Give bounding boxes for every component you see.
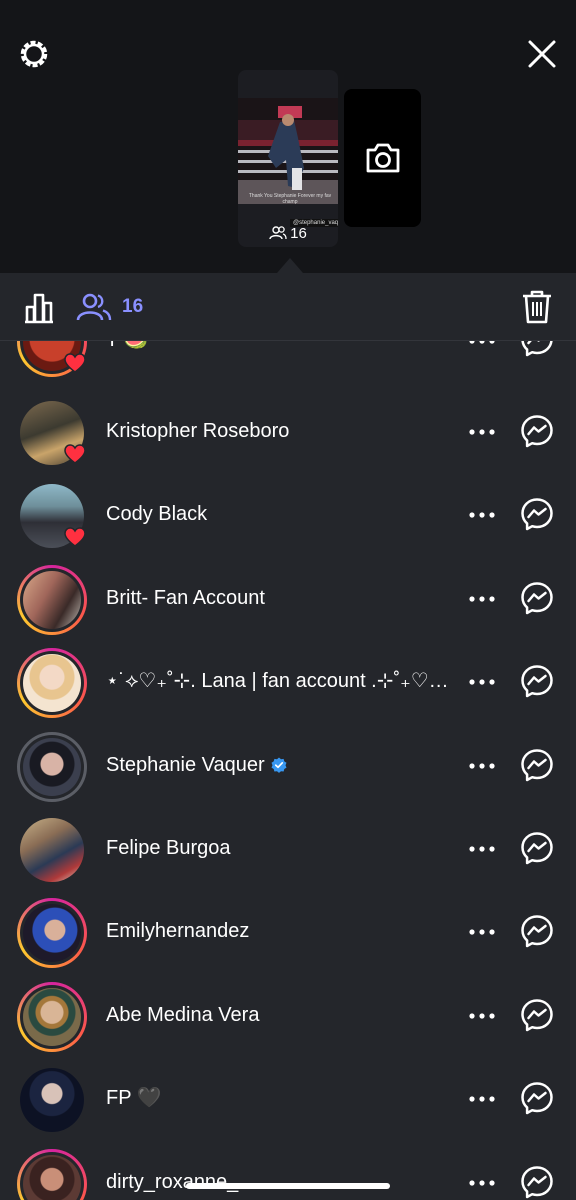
- viewer-name: Cody Black: [106, 503, 208, 525]
- messenger-icon[interactable]: [520, 414, 554, 448]
- home-indicator[interactable]: [186, 1183, 390, 1189]
- viewer-name: Felipe Burgoa: [106, 837, 231, 859]
- like-heart-icon: [64, 353, 86, 373]
- viewers-tab-count: 16: [122, 296, 144, 317]
- avatar: [23, 571, 81, 629]
- viewer-row[interactable]: ⋆˙⟡♡₊˚⊹. Lana | fan account .⊹˚₊♡⟡˙⋆: [0, 640, 576, 723]
- viewer-row[interactable]: Abe Medina Vera: [0, 974, 576, 1057]
- story-viewers-indicator: 16: [238, 222, 338, 244]
- more-options-icon[interactable]: [468, 1095, 496, 1103]
- viewer-name: Stephanie Vaquer: [106, 753, 450, 777]
- viewer-list: T 🍉 Kristopher Roseboro Cody Black Britt…: [0, 341, 576, 1200]
- messenger-icon[interactable]: [520, 581, 554, 615]
- viewer-row[interactable]: Stephanie Vaquer: [0, 724, 576, 807]
- viewers-icon: [76, 293, 112, 321]
- avatar: [20, 818, 84, 882]
- messenger-icon[interactable]: [520, 831, 554, 865]
- messenger-icon[interactable]: [520, 914, 554, 948]
- viewer-row[interactable]: Kristopher Roseboro: [0, 390, 576, 473]
- messenger-icon[interactable]: [520, 497, 554, 531]
- messenger-icon[interactable]: [520, 341, 554, 357]
- more-options-icon[interactable]: [468, 511, 496, 519]
- avatar-with-story[interactable]: [17, 898, 87, 968]
- viewer-name: T 🍉: [106, 341, 450, 352]
- verified-badge-icon: [271, 757, 287, 773]
- avatar-with-story[interactable]: [17, 732, 87, 802]
- viewer-name: Abe Medina Vera: [106, 1004, 260, 1026]
- avatar-with-story[interactable]: [17, 1149, 87, 1200]
- messenger-icon[interactable]: [520, 1081, 554, 1115]
- viewer-row[interactable]: dirty_roxanne_: [0, 1141, 576, 1200]
- avatar-with-story[interactable]: [17, 565, 87, 635]
- viewer-row[interactable]: Britt- Fan Account: [0, 557, 576, 640]
- camera-icon: [366, 143, 399, 173]
- viewer-toolbar: 16: [0, 273, 576, 341]
- viewer-row[interactable]: Felipe Burgoa: [0, 807, 576, 890]
- viewer-name: dirty_roxanne_: [106, 1171, 239, 1193]
- like-heart-icon: [64, 444, 86, 464]
- avatar: [20, 1068, 84, 1132]
- messenger-icon[interactable]: [520, 664, 554, 698]
- story-preview-area: Thank You Stephanie Forever my fav champ…: [0, 0, 576, 273]
- avatar-container[interactable]: [17, 1065, 87, 1135]
- viewer-name: Britt- Fan Account: [106, 587, 265, 609]
- like-heart-icon: [64, 527, 86, 547]
- story-thumbnail-caption: Thank You Stephanie Forever my fav champ: [248, 193, 332, 205]
- messenger-icon[interactable]: [520, 998, 554, 1032]
- more-options-icon[interactable]: [468, 678, 496, 686]
- more-options-icon[interactable]: [468, 928, 496, 936]
- more-options-icon[interactable]: [468, 595, 496, 603]
- viewer-name: ⋆˙⟡♡₊˚⊹. Lana | fan account .⊹˚₊♡⟡˙⋆: [106, 670, 450, 692]
- avatar: [23, 904, 81, 962]
- avatar-with-story[interactable]: [17, 982, 87, 1052]
- avatar-container[interactable]: [17, 481, 87, 551]
- story-viewers-count: 16: [290, 224, 307, 242]
- viewer-row[interactable]: FP 🖤: [0, 1057, 576, 1140]
- close-icon[interactable]: [524, 36, 560, 72]
- avatar: [23, 654, 81, 712]
- avatar-container[interactable]: [17, 815, 87, 885]
- more-options-icon[interactable]: [468, 762, 496, 770]
- viewers-tab[interactable]: 16: [76, 289, 143, 325]
- viewer-row[interactable]: Cody Black: [0, 473, 576, 556]
- more-options-icon[interactable]: [468, 1179, 496, 1187]
- avatar-container[interactable]: [17, 398, 87, 468]
- selected-story-pointer: [277, 258, 303, 273]
- add-story-button[interactable]: [344, 89, 421, 227]
- avatar-with-story[interactable]: [17, 341, 87, 377]
- viewer-row[interactable]: T 🍉: [0, 341, 576, 382]
- more-options-icon[interactable]: [468, 341, 496, 345]
- delete-trash-icon[interactable]: [520, 289, 554, 325]
- insights-chart-icon[interactable]: [22, 291, 56, 325]
- more-options-icon[interactable]: [468, 1012, 496, 1020]
- viewer-name-text: Stephanie Vaquer: [106, 754, 265, 776]
- messenger-icon[interactable]: [520, 748, 554, 782]
- settings-gear-icon[interactable]: [16, 36, 52, 72]
- avatar-with-story[interactable]: [17, 648, 87, 718]
- more-options-icon[interactable]: [468, 845, 496, 853]
- viewer-name: Emilyhernandez: [106, 920, 250, 942]
- more-options-icon[interactable]: [468, 428, 496, 436]
- messenger-icon[interactable]: [520, 1165, 554, 1199]
- viewers-icon: [269, 226, 287, 240]
- avatar: [23, 988, 81, 1046]
- viewer-name: Kristopher Roseboro: [106, 420, 290, 442]
- viewer-name: FP 🖤: [106, 1087, 162, 1109]
- avatar: [23, 738, 81, 796]
- story-thumbnail[interactable]: Thank You Stephanie Forever my fav champ…: [238, 70, 338, 247]
- viewer-row[interactable]: Emilyhernandez: [0, 890, 576, 973]
